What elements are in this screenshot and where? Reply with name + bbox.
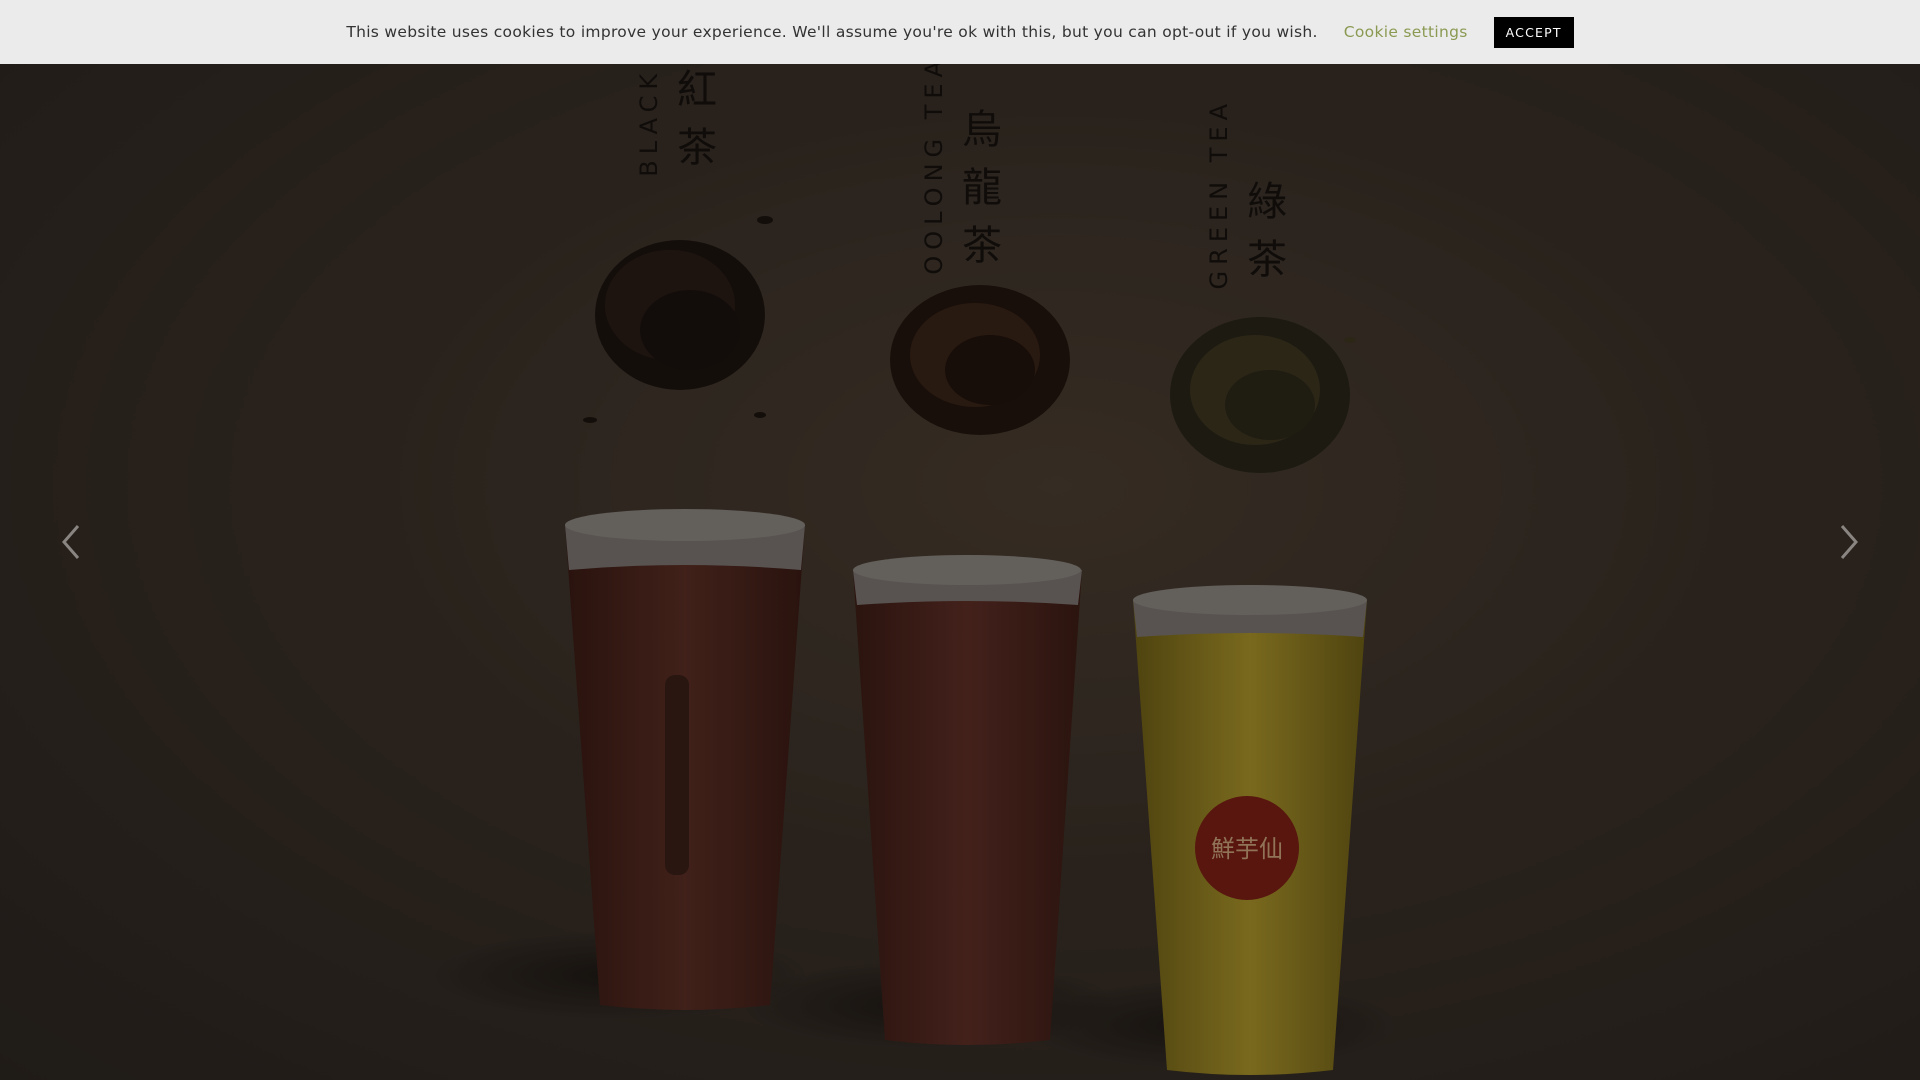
slider-next-button[interactable]: [1828, 520, 1868, 564]
cookie-message: This website uses cookies to improve you…: [346, 23, 1318, 41]
cookie-consent-bar: This website uses cookies to improve you…: [0, 0, 1920, 64]
hero-overlay: [0, 0, 1920, 1080]
cookie-settings-link[interactable]: Cookie settings: [1344, 23, 1468, 41]
chevron-left-icon: [62, 525, 80, 559]
chevron-right-icon: [1840, 525, 1858, 559]
accept-cookies-button[interactable]: ACCEPT: [1493, 16, 1574, 48]
slider-prev-button[interactable]: [52, 520, 92, 564]
